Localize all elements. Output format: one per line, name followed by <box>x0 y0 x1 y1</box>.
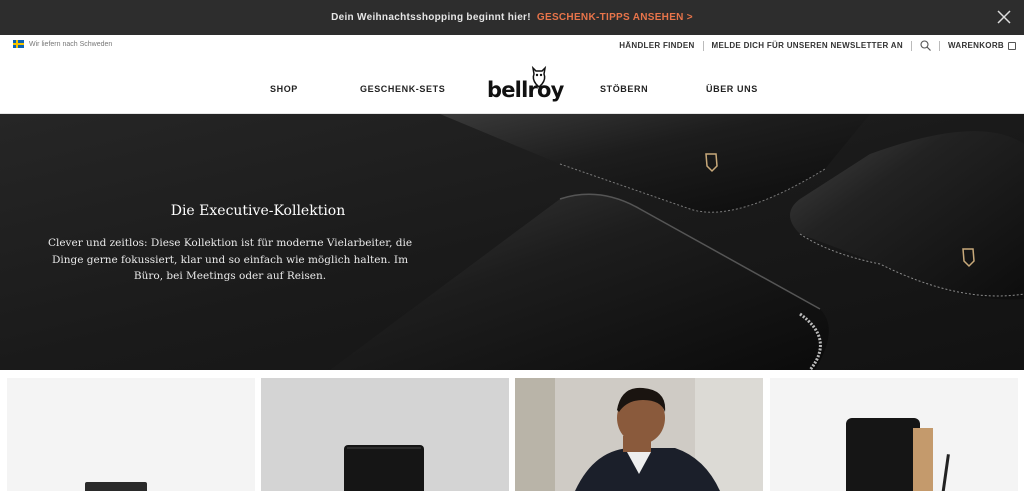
product-card[interactable] <box>261 378 509 491</box>
hero-banner[interactable]: Die Executive-Kollektion Clever und zeit… <box>0 114 1024 370</box>
shipping-text: Wir liefern nach Schweden <box>29 40 113 48</box>
hero-description: Clever und zeitlos: Diese Kollektion ist… <box>47 237 413 282</box>
utility-links: HÄNDLER FINDEN MELDE DICH FÜR UNSEREN NE… <box>619 40 1016 51</box>
nav-item-about[interactable]: ÜBER UNS <box>706 84 758 94</box>
nav-item-shop[interactable]: SHOP <box>270 84 298 94</box>
divider <box>938 40 940 51</box>
close-icon[interactable] <box>996 9 1012 25</box>
cart-link[interactable]: WARENKORB <box>948 41 1004 50</box>
product-image <box>846 418 950 491</box>
product-card[interactable] <box>770 378 1018 491</box>
divider <box>910 40 912 51</box>
promo-bar: Dein Weihnachtsshopping beginnt hier! GE… <box>0 0 1024 35</box>
logo-wordmark: bellroy <box>487 78 564 102</box>
product-image <box>515 378 763 491</box>
nav-item-gift-sets[interactable]: GESCHENK-SETS <box>360 84 445 94</box>
main-nav: SHOP GESCHENK-SETS bellroy STÖBERN ÜBER … <box>0 55 1024 114</box>
divider <box>702 40 704 51</box>
shipping-country[interactable]: Wir liefern nach Schweden <box>13 40 112 48</box>
promo-text: Dein Weihnachtsshopping beginnt hier! <box>331 12 531 23</box>
hero-title: Die Executive-Kollektion <box>170 203 346 219</box>
nav-item-browse[interactable]: STÖBERN <box>600 84 648 94</box>
product-grid <box>0 370 1024 491</box>
search-icon[interactable] <box>920 40 931 51</box>
product-card[interactable] <box>7 378 255 491</box>
product-image <box>344 445 424 491</box>
newsletter-link[interactable]: MELDE DICH FÜR UNSEREN NEWSLETTER AN <box>712 41 903 50</box>
gift-tips-link[interactable]: GESCHENK-TIPPS ANSEHEN > <box>537 12 693 23</box>
find-dealer-link[interactable]: HÄNDLER FINDEN <box>619 41 694 50</box>
bellroy-logo[interactable]: bellroy <box>486 65 564 105</box>
product-card[interactable] <box>515 378 763 491</box>
sweden-flag-icon <box>13 40 24 48</box>
utility-bar: Wir liefern nach Schweden HÄNDLER FINDEN… <box>0 35 1024 55</box>
shopping-bag-icon[interactable] <box>1008 41 1016 50</box>
owl-icon <box>531 65 547 89</box>
product-image <box>85 482 147 491</box>
